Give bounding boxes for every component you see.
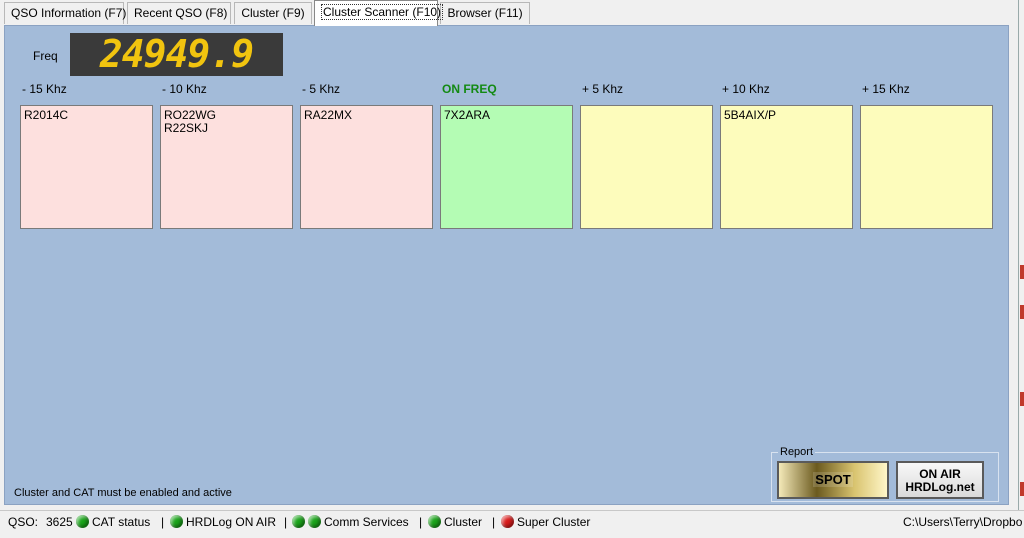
column-label-plus-15: + 15 Khz — [862, 82, 910, 96]
onair-button-line2: HRDLog.net — [905, 480, 975, 494]
onair-hrdlog-button[interactable]: ON AIR HRDLog.net — [896, 461, 984, 499]
column-label-on-freq: ON FREQ — [442, 82, 497, 96]
tab-qso-information[interactable]: QSO Information (F7) — [4, 2, 126, 24]
tab-browser[interactable]: Browser (F11) — [440, 2, 530, 24]
window-right-edge — [1018, 0, 1024, 510]
tab-cluster-scanner-label: Cluster Scanner (F10) — [321, 4, 444, 20]
spot-box-minus-15[interactable]: R2014C — [20, 105, 153, 229]
super-cluster-label: Super Cluster — [517, 515, 591, 529]
super-cluster-status[interactable]: Super Cluster — [501, 515, 590, 529]
separator: | — [161, 515, 165, 529]
spot-button[interactable]: SPOT — [777, 461, 889, 499]
tab-cluster-scanner[interactable]: Cluster Scanner (F10) — [314, 0, 444, 26]
column-label-plus-10: + 10 Khz — [722, 82, 770, 96]
frequency-display: 24949.9 — [70, 33, 283, 76]
edge-marker — [1020, 265, 1024, 279]
report-group-label: Report — [778, 446, 816, 458]
file-path: C:\Users\Terry\Dropbo — [903, 515, 1023, 529]
separator: | — [284, 515, 288, 529]
edge-marker — [1020, 305, 1024, 319]
spot-box-plus-10[interactable]: 5B4AIX/P — [720, 105, 853, 229]
super-cluster-led-icon — [501, 515, 514, 528]
column-label-minus-5: - 5 Khz — [302, 82, 341, 96]
spot-box-on-freq[interactable]: 7X2ARA — [440, 105, 573, 229]
comm-led-1-icon — [292, 515, 305, 528]
status-bar: QSO: 3625 CAT status | HRDLog ON AIR | C… — [0, 510, 1024, 538]
freq-label: Freq — [33, 49, 58, 63]
spot-box-plus-15[interactable] — [860, 105, 993, 229]
cluster-scanner-panel — [4, 25, 1009, 505]
qso-count-label: QSO: — [8, 515, 39, 529]
hrdlog-status[interactable]: HRDLog ON AIR — [170, 515, 276, 529]
cluster-status[interactable]: Cluster — [428, 515, 482, 529]
tab-bar: QSO Information (F7) Recent QSO (F8) Clu… — [0, 0, 1024, 26]
spot-button-label: SPOT — [813, 472, 853, 487]
edge-marker — [1020, 392, 1024, 406]
comm-services-status[interactable]: Comm Services — [292, 515, 409, 529]
cat-status[interactable]: CAT status — [76, 515, 150, 529]
hrdlog-status-label: HRDLog ON AIR — [186, 515, 277, 529]
cluster-status-label: Cluster — [444, 515, 483, 529]
column-label-minus-10: - 10 Khz — [162, 82, 207, 96]
spot-box-plus-5[interactable] — [580, 105, 713, 229]
qso-count-value: 3625 — [46, 515, 73, 529]
separator: | — [419, 515, 423, 529]
cluster-cat-hint: Cluster and CAT must be enabled and acti… — [14, 487, 232, 499]
column-label-minus-15: - 15 Khz — [22, 82, 67, 96]
comm-led-2-icon — [308, 515, 321, 528]
hrdlog-led-icon — [170, 515, 183, 528]
edge-marker — [1020, 482, 1024, 496]
tab-recent-qso[interactable]: Recent QSO (F8) — [127, 2, 231, 24]
spot-box-minus-5[interactable]: RA22MX — [300, 105, 433, 229]
comm-services-label: Comm Services — [324, 515, 409, 529]
cluster-led-icon — [428, 515, 441, 528]
separator: | — [492, 515, 496, 529]
spot-box-minus-10[interactable]: RO22WG R22SKJ — [160, 105, 293, 229]
column-label-plus-5: + 5 Khz — [582, 82, 624, 96]
cat-status-led-icon — [76, 515, 89, 528]
tab-cluster[interactable]: Cluster (F9) — [234, 2, 312, 24]
cat-status-label: CAT status — [92, 515, 151, 529]
